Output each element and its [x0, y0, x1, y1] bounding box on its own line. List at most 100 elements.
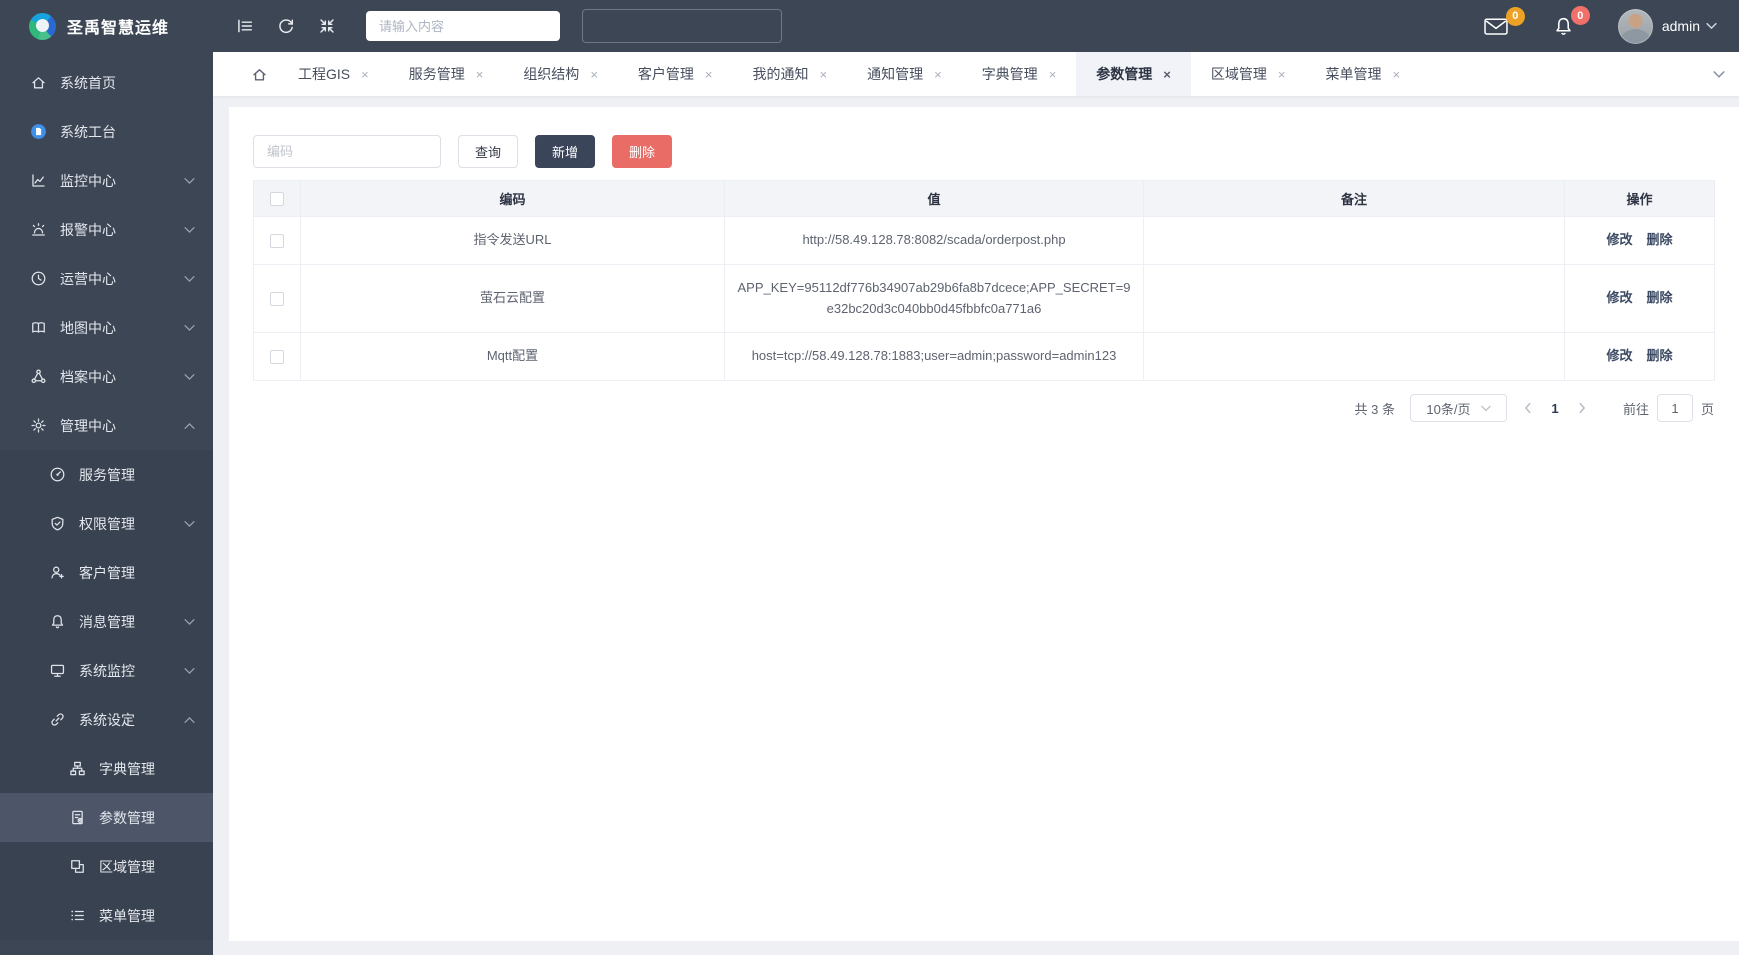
tab-param-mgmt[interactable]: 参数管理 × — [1076, 52, 1191, 96]
query-button[interactable]: 查询 — [458, 135, 519, 168]
region-grid-icon — [68, 858, 87, 875]
close-icon[interactable]: × — [476, 68, 484, 81]
goto-page-input[interactable] — [1656, 394, 1693, 423]
close-icon[interactable]: × — [590, 68, 598, 81]
app-logo[interactable]: 圣禹智慧运维 — [0, 0, 213, 52]
tab-service-mgmt[interactable]: 服务管理 × — [389, 52, 504, 96]
tab-menu-mgmt[interactable]: 菜单管理 × — [1305, 52, 1420, 96]
sidebar-item-label: 地图中心 — [60, 319, 116, 336]
edit-link[interactable]: 修改 — [1606, 348, 1632, 363]
sidebar-item-param-mgmt[interactable]: 参数管理 — [0, 793, 213, 842]
prev-page-button[interactable] — [1523, 402, 1532, 414]
sidebar-item-label: 运营中心 — [60, 270, 116, 287]
chevron-down-icon — [1706, 22, 1717, 30]
sidebar-item-alarm-center[interactable]: 报警中心 — [0, 205, 213, 254]
gear-icon — [29, 417, 48, 434]
close-icon[interactable]: × — [1278, 68, 1286, 81]
user-name: admin — [1661, 18, 1700, 34]
filter-toolbar: 查询 新增 删除 — [253, 135, 1715, 168]
close-icon[interactable]: × — [1049, 68, 1057, 81]
close-icon[interactable]: × — [705, 68, 713, 81]
chevron-down-icon — [1480, 405, 1491, 412]
delete-link[interactable]: 删除 — [1647, 348, 1673, 363]
sidebar-item-workbench[interactable]: 系统工台 — [0, 107, 213, 156]
mail-button[interactable]: 0 — [1483, 6, 1525, 37]
close-icon[interactable]: × — [1163, 68, 1171, 81]
sidebar-item-label: 系统设定 — [79, 711, 135, 728]
tab-notice-mgmt[interactable]: 通知管理 × — [847, 52, 962, 96]
workbench-icon — [29, 123, 48, 140]
page-size-select[interactable]: 10条/页 — [1409, 394, 1507, 423]
code-filter-input[interactable] — [253, 135, 441, 168]
edit-link[interactable]: 修改 — [1606, 290, 1632, 305]
tab-label: 我的通知 — [752, 66, 809, 82]
sidebar-item-map-center[interactable]: 地图中心 — [0, 303, 213, 352]
sidebar-item-menu-mgmt[interactable]: 菜单管理 — [0, 891, 213, 940]
sidebar-item-service-mgmt[interactable]: 服务管理 — [0, 450, 213, 499]
sidebar-item-label: 区域管理 — [99, 858, 155, 875]
page-unit-label: 页 — [1700, 401, 1714, 417]
close-icon[interactable]: × — [934, 68, 942, 81]
edit-link[interactable]: 修改 — [1606, 232, 1632, 247]
row-checkbox[interactable] — [270, 233, 284, 248]
tab-gis[interactable]: 工程GIS × — [278, 52, 389, 96]
header-search-input[interactable] — [366, 11, 560, 41]
cell-value: host=tcp://58.49.128.78:1883;user=admin;… — [724, 332, 1144, 382]
delete-link[interactable]: 删除 — [1647, 232, 1673, 247]
cell-remark — [1143, 332, 1565, 382]
table-row: 指令发送URL http://58.49.128.78:8082/scada/or… — [253, 216, 1715, 265]
sidebar-item-management-center[interactable]: 管理中心 — [0, 401, 213, 450]
notifications-button[interactable]: 0 — [1553, 6, 1590, 37]
sidebar-item-home[interactable]: 系统首页 — [0, 58, 213, 107]
sidebar-item-permission-mgmt[interactable]: 权限管理 — [0, 499, 213, 548]
column-header: 操作 — [1564, 180, 1715, 217]
row-checkbox[interactable] — [270, 349, 284, 364]
home-icon — [29, 74, 48, 91]
table-row: 萤石云配置 APP_KEY=95112df776b34907ab29b6fa8b7… — [253, 263, 1715, 334]
sidebar-item-system-monitor[interactable]: 系统监控 — [0, 646, 213, 695]
sidebar-item-monitoring-center[interactable]: 监控中心 — [0, 156, 213, 205]
sidebar-item-label: 权限管理 — [79, 515, 135, 532]
sidebar-item-operation-center[interactable]: 运营中心 — [0, 254, 213, 303]
chevron-down-icon — [184, 618, 195, 626]
tab-overflow-chevron[interactable] — [1713, 52, 1725, 96]
collapse-sidebar-icon[interactable] — [236, 17, 254, 35]
sidebar-item-customer-mgmt[interactable]: 客户管理 — [0, 548, 213, 597]
row-checkbox[interactable] — [270, 291, 284, 306]
fullscreen-icon[interactable] — [318, 17, 336, 35]
add-button[interactable]: 新增 — [535, 135, 596, 168]
page-size-value: 10条/页 — [1426, 401, 1471, 417]
app-title: 圣禹智慧运维 — [67, 20, 170, 37]
tab-label: 通知管理 — [867, 66, 924, 82]
tab-customer-mgmt[interactable]: 客户管理 × — [618, 52, 733, 96]
tab-dict-mgmt[interactable]: 字典管理 × — [962, 52, 1077, 96]
tab-my-notices[interactable]: 我的通知 × — [733, 52, 848, 96]
sidebar-item-region-mgmt[interactable]: 区域管理 — [0, 842, 213, 891]
tab-bar: 工程GIS × 服务管理 × 组织结构 × 客户管理 × 我的通知 × 通知管理 × 字典管理 × 参数管理… — [213, 52, 1739, 96]
close-icon[interactable]: × — [1392, 68, 1400, 81]
tab-label: 字典管理 — [981, 66, 1038, 82]
tab-home[interactable] — [251, 52, 268, 96]
sidebar-item-system-settings[interactable]: 系统设定 — [0, 695, 213, 744]
sidebar-item-message-mgmt[interactable]: 消息管理 — [0, 597, 213, 646]
sidebar-item-dict-mgmt[interactable]: 字典管理 — [0, 744, 213, 793]
delete-button[interactable]: 删除 — [612, 135, 673, 168]
sidebar-item-archive-center[interactable]: 档案中心 — [0, 352, 213, 401]
tab-org-structure[interactable]: 组织结构 × — [503, 52, 618, 96]
content-card: 查询 新增 删除 编码值备注操作 指令发送URLhttp://58.49.128… — [229, 107, 1739, 941]
current-page[interactable]: 1 — [1548, 401, 1562, 416]
refresh-icon[interactable] — [277, 17, 295, 35]
chevron-up-icon — [184, 716, 195, 724]
delete-link[interactable]: 删除 — [1647, 290, 1673, 305]
line-chart-icon — [29, 172, 48, 189]
sidebar-item-label: 系统首页 — [60, 74, 116, 91]
next-page-button[interactable] — [1578, 402, 1587, 414]
chevron-down-icon — [184, 275, 195, 283]
close-icon[interactable]: × — [820, 68, 828, 81]
tab-region-mgmt[interactable]: 区域管理 × — [1191, 52, 1306, 96]
header-select[interactable] — [582, 9, 782, 43]
select-all-checkbox[interactable] — [270, 192, 284, 207]
user-menu[interactable]: admin — [1617, 8, 1717, 44]
close-icon[interactable]: × — [361, 68, 369, 81]
sidebar: 圣禹智慧运维 系统首页系统工台 监控中心 报警中心运营中心地图中心档案中心 管理中心服… — [0, 0, 213, 955]
